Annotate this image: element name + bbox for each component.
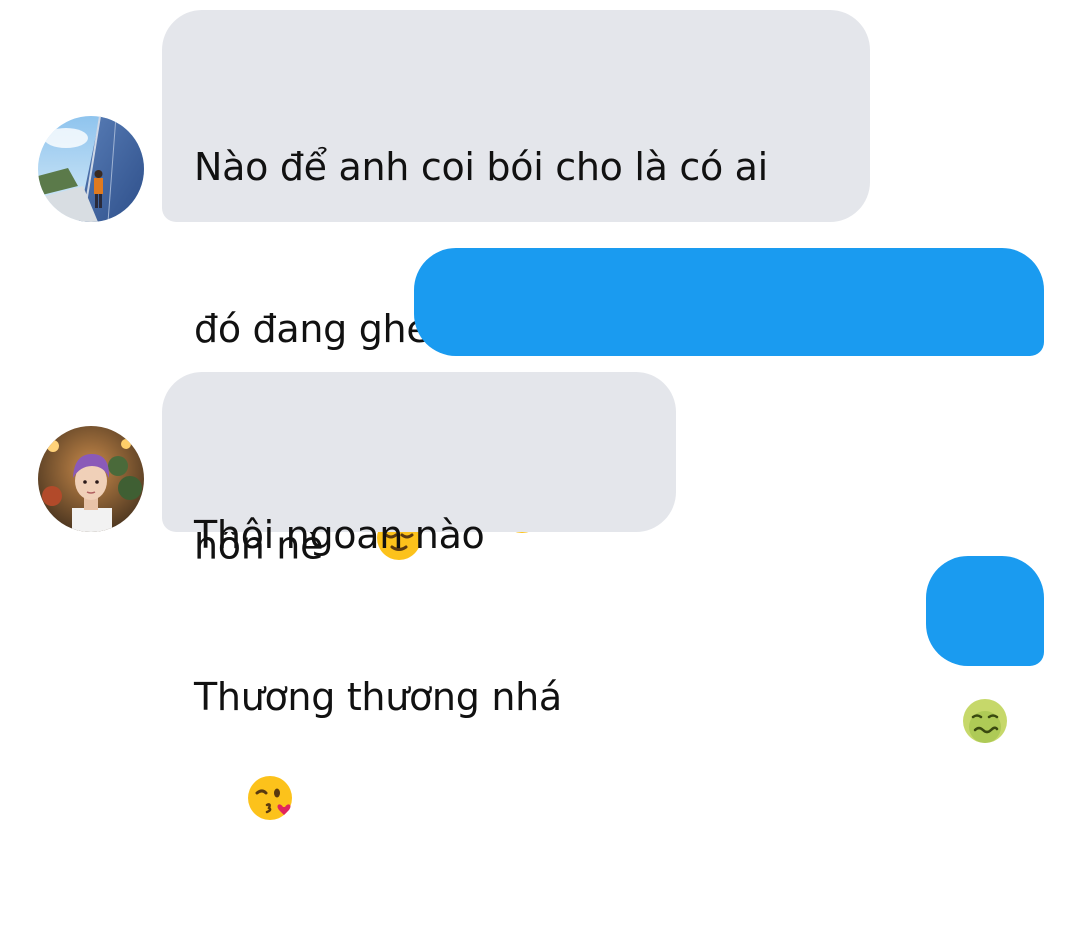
incoming-message-bubble[interactable]: Nào để anh coi bói cho là có ai đó đang …: [162, 10, 870, 568]
message-text-line: Thôi ngoan nào: [194, 513, 485, 557]
face-blowing-kiss-icon: [200, 721, 295, 889]
outgoing-message-bubble[interactable]: Hyung biết rõ còn hỏi nữa: [414, 248, 1044, 533]
message-text-line: Nào để anh coi bói cho là có ai: [194, 145, 768, 189]
incoming-message-bubble[interactable]: Thôi ngoan nào Thương thương nhá: [162, 372, 676, 820]
sender-avatar-portrait[interactable]: [38, 426, 144, 532]
outgoing-message-bubble[interactable]: [926, 556, 1044, 743]
message-text-line: Thương thương nhá: [194, 670, 644, 892]
nauseated-face-icon: [961, 589, 1009, 743]
sender-avatar-landscape[interactable]: [38, 116, 144, 222]
